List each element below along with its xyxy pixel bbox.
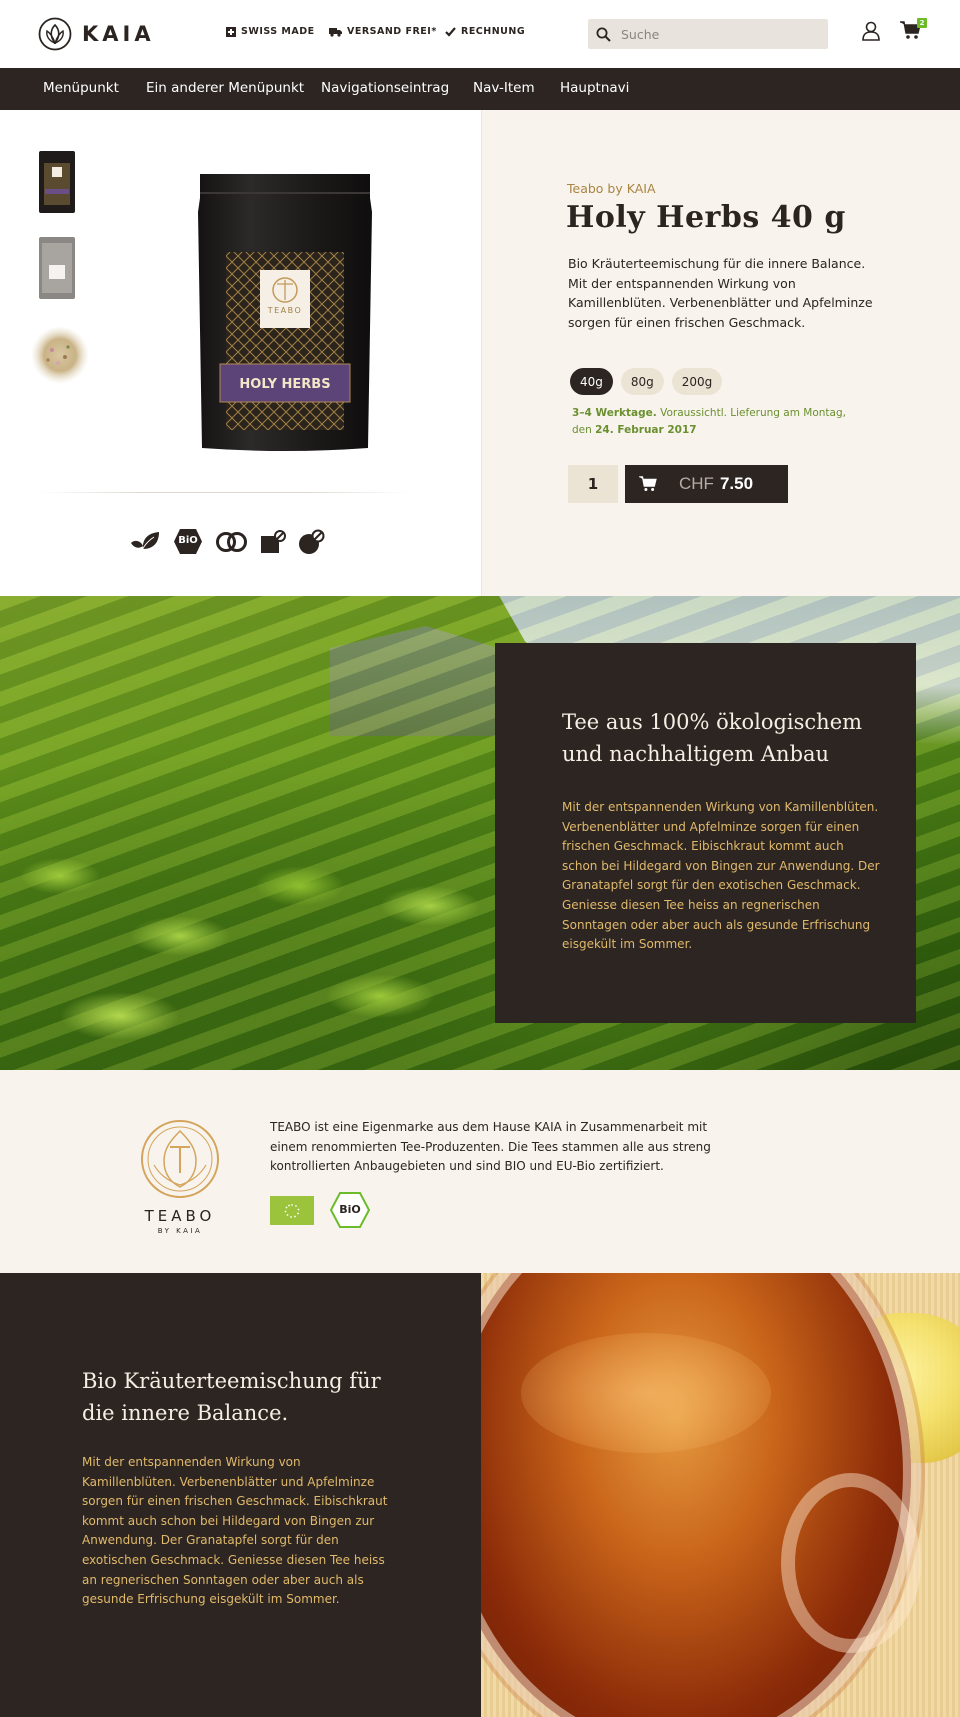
bottom-text: Mit der entspannenden Wirkung von Kamill… — [82, 1455, 388, 1607]
checkmark-icon — [445, 26, 456, 37]
product-badges: BiO — [128, 528, 326, 555]
product-title: Holy Herbs 40 g — [566, 200, 846, 235]
delivery-days: 3–4 Werktage. — [572, 407, 657, 419]
delivery-date: 24. Februar 2017 — [595, 423, 697, 436]
usp-label: VERSAND FREI* — [347, 26, 437, 37]
cart-button[interactable]: 2 — [900, 18, 927, 41]
bio-seal-icon: BiO — [330, 1192, 370, 1228]
package-label-text: HOLY HERBS — [239, 377, 330, 392]
site-logo[interactable]: KAIA — [38, 17, 155, 51]
main-navigation: Menüpunkt Ein anderer Menüpunkt Navigati… — [0, 68, 960, 110]
cup-handle — [781, 1473, 921, 1653]
bottom-text-section: Bio Kräuterteemischung für die innere Ba… — [0, 1273, 481, 1717]
quantity-input[interactable] — [568, 465, 618, 503]
plantation-text-box: Tee aus 100% ökologischem und nachhaltig… — [495, 643, 916, 1023]
search-bar — [588, 19, 828, 49]
lotus-logo-icon — [38, 17, 72, 51]
nav-item-anderer-menuepunkt[interactable]: Ein anderer Menüpunkt — [146, 80, 304, 96]
nav-item-menuepunkt[interactable]: Menüpunkt — [43, 80, 119, 96]
package-brand-text: TEABO — [267, 306, 303, 315]
plantation-text: Mit der entspannenden Wirkung von Kamill… — [562, 800, 880, 952]
teabo-info-section: TEABO BY KAIA TEABO ist eine Eigenmarke … — [0, 1070, 960, 1273]
product-gallery: TEABO HOLY HERBS BiO — [0, 110, 482, 596]
price-value: 7.50 — [719, 474, 754, 493]
teabo-logo: TEABO BY KAIA — [137, 1119, 223, 1235]
tea-plantation-section: Tee aus 100% ökologischem und nachhaltig… — [0, 596, 960, 1070]
usp-invoice: RECHNUNG — [445, 26, 525, 37]
logo-text: KAIA — [82, 22, 155, 46]
bio-badge-text: BiO — [178, 535, 198, 546]
gallery-divider — [38, 492, 410, 493]
bio-seal-text: BiO — [339, 1203, 361, 1216]
cart-count-badge: 2 — [917, 18, 927, 28]
eu-bio-label — [270, 1196, 314, 1225]
swiss-cross-icon — [226, 26, 236, 37]
product-main-image: TEABO HOLY HERBS — [196, 172, 374, 454]
user-account-icon[interactable] — [862, 21, 880, 41]
size-option-200g[interactable]: 200g — [671, 368, 723, 395]
search-input[interactable] — [621, 26, 811, 42]
usp-shipping: VERSAND FREI* — [329, 26, 437, 37]
nav-item-navigationseintrag[interactable]: Navigationseintrag — [321, 80, 449, 96]
rings-icon — [216, 531, 247, 552]
site-header: KAIA SWISS MADE VERSAND FREI* RECHNUNG 2 — [0, 0, 960, 68]
search-icon[interactable] — [596, 27, 611, 42]
size-selector: 40g 80g 200g — [570, 368, 723, 395]
leaf-icon — [131, 531, 159, 553]
teabo-emblem-icon — [141, 1120, 219, 1198]
usp-label: RECHNUNG — [461, 26, 526, 37]
product-details: Teabo by KAIA Holy Herbs 40 g Bio Kräute… — [482, 110, 960, 596]
cart-icon — [639, 476, 657, 491]
teabo-logo-sub: BY KAIA — [157, 1227, 203, 1235]
truck-icon — [329, 27, 342, 37]
bio-hexagon-icon: BiO — [173, 528, 203, 555]
thumbnail-package-black[interactable] — [37, 149, 77, 219]
nav-item-hauptnavi[interactable]: Hauptnavi — [560, 80, 629, 96]
teabo-logo-name: TEABO — [144, 1207, 216, 1225]
delivery-info: 3–4 Werktage. Voraussichtl. Lieferung am… — [572, 405, 862, 438]
size-option-40g[interactable]: 40g — [570, 368, 613, 395]
add-to-cart-button[interactable]: CHF 7.50 — [625, 465, 788, 503]
usp-label: SWISS MADE — [241, 26, 315, 37]
tea-cup-image — [481, 1273, 960, 1717]
box-icon — [261, 529, 286, 553]
eu-organic-leaf-icon — [284, 1203, 300, 1218]
product-brand-link[interactable]: Teabo by KAIA — [567, 181, 656, 196]
price-currency: CHF — [679, 474, 714, 493]
bottom-heading: Bio Kräuterteemischung für die innere Ba… — [82, 1369, 381, 1425]
teabo-info-text: TEABO ist eine Eigenmarke aus dem Hause … — [270, 1120, 711, 1174]
plantation-heading: Tee aus 100% ökologischem und nachhaltig… — [562, 710, 863, 766]
usp-swiss-made: SWISS MADE — [226, 26, 315, 37]
product-description: Bio Kräuterteemischung für die innere Ba… — [568, 256, 873, 330]
size-option-80g[interactable]: 80g — [620, 368, 664, 395]
sphere-icon — [299, 529, 325, 554]
nav-item-nav-item[interactable]: Nav-Item — [473, 80, 535, 96]
thumbnail-package-silver[interactable] — [37, 235, 77, 305]
thumbnail-loose-tea[interactable] — [30, 325, 90, 389]
